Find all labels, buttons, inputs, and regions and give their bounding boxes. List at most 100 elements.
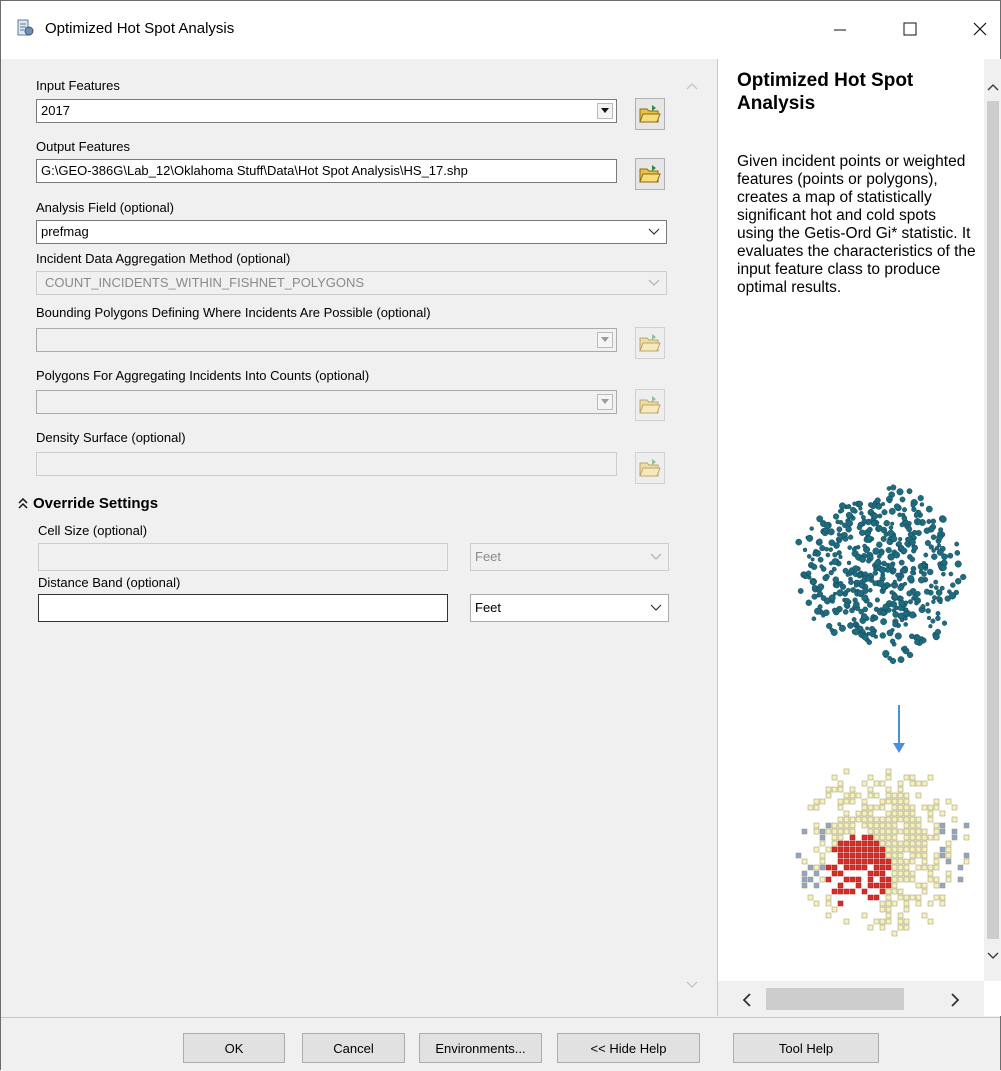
chevron-down-icon — [601, 337, 609, 342]
incident-point — [817, 538, 823, 544]
distance-band-unit-select[interactable]: Feet — [470, 594, 669, 622]
hide-help-button[interactable]: << Hide Help — [557, 1033, 700, 1063]
ok-button[interactable]: OK — [183, 1033, 285, 1063]
grid-cell — [837, 834, 844, 841]
grid-cell — [861, 798, 868, 805]
minimize-button[interactable] — [818, 9, 862, 49]
dropdown-button[interactable] — [597, 332, 613, 348]
grid-cell — [891, 834, 898, 841]
analysis-field-value: prefmag — [41, 224, 89, 239]
chevron-down-icon — [648, 279, 660, 286]
output-features-field[interactable]: G:\GEO-386G\Lab_12\Oklahoma Stuff\Data\H… — [36, 159, 617, 183]
incident-point — [899, 522, 905, 528]
density-surface-browse-button[interactable] — [635, 452, 665, 484]
grid-cell — [873, 828, 880, 835]
override-settings-header[interactable]: Override Settings — [18, 495, 158, 512]
scroll-right-icon[interactable] — [950, 993, 960, 1007]
grid-cell — [897, 912, 904, 919]
incident-point — [936, 596, 941, 601]
grid-cell — [903, 894, 910, 901]
grid-cell — [921, 840, 928, 847]
analysis-field-select[interactable]: prefmag — [36, 220, 667, 244]
grid-cell — [867, 810, 874, 817]
grid-cell — [921, 888, 928, 895]
distance-band-field[interactable] — [38, 594, 448, 622]
grid-cell — [933, 894, 940, 901]
grid-cell — [879, 882, 886, 889]
incident-point — [809, 526, 814, 531]
incident-point — [843, 602, 850, 608]
incident-point — [806, 534, 814, 542]
grid-cell — [879, 864, 886, 871]
grid-cell — [879, 780, 886, 787]
grid-cell — [903, 798, 910, 805]
maximize-button[interactable] — [888, 9, 932, 49]
density-surface-field[interactable] — [36, 452, 617, 476]
scroll-down-icon[interactable] — [987, 952, 999, 960]
scroll-thumb[interactable] — [987, 101, 999, 939]
bounding-polygons-browse-button[interactable] — [635, 327, 665, 359]
form-scrollbar[interactable] — [680, 65, 704, 1012]
scroll-up-icon[interactable] — [686, 82, 698, 90]
incident-point — [853, 601, 860, 608]
grid-cell — [939, 894, 946, 901]
dropdown-button[interactable] — [597, 103, 613, 119]
incident-point — [939, 585, 945, 591]
input-features-combobox[interactable]: 2017 — [36, 99, 617, 123]
grid-cell — [873, 864, 880, 871]
chevron-down-icon — [601, 108, 609, 113]
grid-cell — [873, 792, 880, 799]
grid-cell — [831, 870, 838, 877]
open-folder-icon — [639, 165, 661, 183]
help-vertical-scrollbar[interactable] — [984, 59, 1001, 981]
tool-help-button[interactable]: Tool Help — [733, 1033, 879, 1063]
aggregating-polygons-combobox[interactable] — [36, 390, 617, 414]
scroll-left-icon[interactable] — [742, 993, 752, 1007]
grid-cell — [813, 900, 820, 907]
incident-point — [879, 632, 887, 639]
grid-cell — [915, 840, 922, 847]
grid-cell — [795, 852, 802, 859]
scroll-up-icon[interactable] — [987, 83, 999, 91]
incident-point — [903, 616, 908, 621]
cell-size-field[interactable] — [38, 543, 448, 571]
grid-cell — [813, 828, 820, 835]
incident-point — [851, 617, 857, 622]
scroll-thumb[interactable] — [766, 988, 904, 1010]
incident-point — [810, 579, 817, 585]
cell-size-unit-select[interactable]: Feet — [470, 543, 669, 571]
incident-point — [848, 579, 854, 585]
grid-cell — [945, 870, 952, 877]
input-features-browse-button[interactable] — [635, 98, 665, 130]
grid-cell — [837, 846, 844, 853]
aggregation-method-select[interactable]: COUNT_INCIDENTS_WITHIN_FISHNET_POLYGONS — [36, 271, 667, 295]
cancel-button[interactable]: Cancel — [302, 1033, 405, 1063]
incident-point — [823, 522, 831, 530]
grid-cell — [921, 882, 928, 889]
grid-cell — [807, 876, 814, 883]
incident-point — [919, 502, 925, 507]
open-folder-icon — [639, 459, 661, 477]
incident-point — [920, 604, 926, 610]
incident-point — [907, 575, 915, 583]
output-features-browse-button[interactable] — [635, 158, 665, 190]
environments-button[interactable]: Environments... — [419, 1033, 542, 1063]
close-button[interactable] — [958, 9, 1001, 49]
grid-cell — [939, 810, 946, 817]
incident-point — [871, 512, 879, 520]
dropdown-button[interactable] — [597, 394, 613, 410]
incident-point — [860, 629, 866, 634]
help-horizontal-scrollbar[interactable] — [718, 981, 984, 1016]
grid-cell — [921, 912, 928, 919]
aggregating-polygons-browse-button[interactable] — [635, 389, 665, 421]
incident-point — [911, 506, 917, 513]
incident-point — [885, 567, 891, 573]
grid-cell — [867, 870, 874, 877]
bounding-polygons-combobox[interactable] — [36, 328, 617, 352]
incident-point — [941, 620, 948, 626]
grid-cell — [885, 816, 892, 823]
grid-cell — [849, 834, 856, 841]
grid-cell — [927, 804, 934, 811]
down-arrow-icon — [893, 705, 905, 753]
scroll-down-icon[interactable] — [686, 981, 698, 989]
